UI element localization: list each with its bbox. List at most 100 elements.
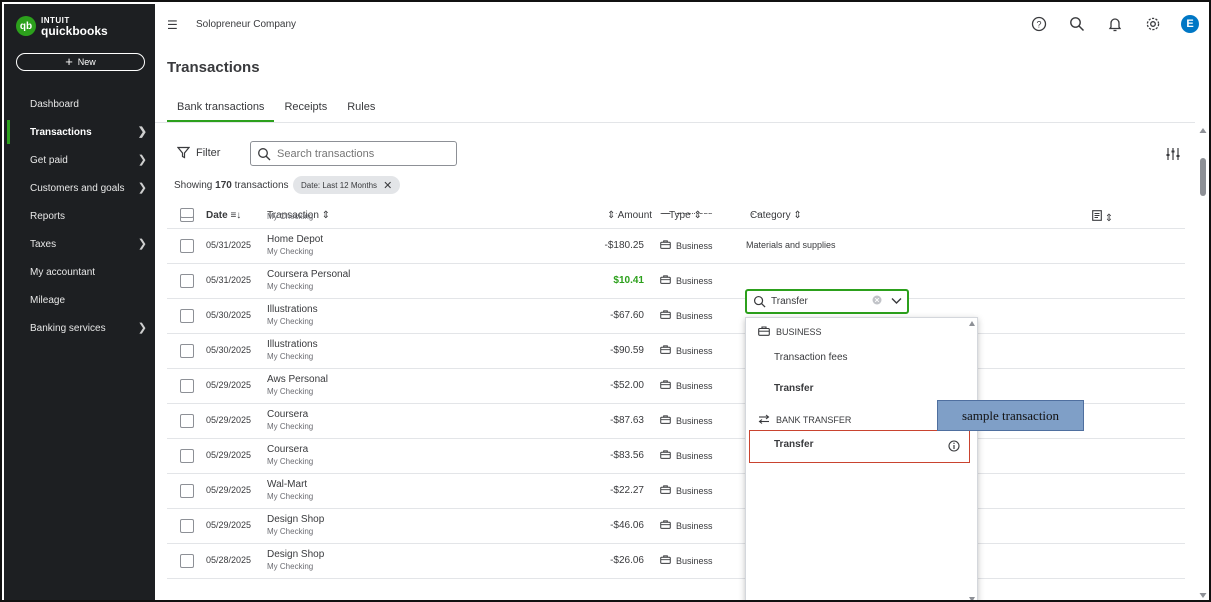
help-icon[interactable]: ? bbox=[1029, 14, 1049, 34]
search-icon bbox=[258, 147, 271, 160]
row-checkbox[interactable] bbox=[180, 239, 194, 253]
new-button[interactable]: + New bbox=[16, 53, 145, 71]
quickbooks-logo[interactable]: qb INTUIT quickbooks bbox=[16, 16, 108, 37]
clear-icon[interactable] bbox=[872, 295, 882, 308]
chip-label: Date: Last 12 Months bbox=[301, 180, 378, 190]
scroll-thumb[interactable] bbox=[1200, 158, 1206, 196]
row-checkbox[interactable] bbox=[180, 379, 194, 393]
row-amount: -$26.06 bbox=[610, 555, 644, 566]
row-category[interactable]: Materials and supplies bbox=[746, 240, 836, 250]
row-type[interactable]: Business bbox=[660, 485, 713, 496]
row-type[interactable]: Business bbox=[660, 380, 713, 391]
dropdown-scrollbar[interactable] bbox=[967, 318, 977, 600]
transaction-count: 170 bbox=[215, 180, 232, 191]
table-row[interactable]: 05/31/2025 Home Depot My Checking -$180.25 B… bbox=[167, 229, 1185, 264]
table-row[interactable]: 05/29/2025 Aws Personal My Checking -$52.00… bbox=[167, 369, 1185, 404]
search-transactions[interactable] bbox=[250, 141, 457, 166]
row-date: 05/29/2025 bbox=[206, 520, 252, 530]
table-row[interactable]: 05/29/2025 Coursera My Checking -$83.56 Busi… bbox=[167, 439, 1185, 474]
row-account: My Checking bbox=[267, 527, 314, 536]
row-type[interactable]: Business bbox=[660, 415, 713, 426]
tab-bank-transactions[interactable]: Bank transactions bbox=[167, 94, 275, 122]
sidebar-item-taxes[interactable]: Taxes ❯ bbox=[4, 230, 155, 258]
user-avatar[interactable]: E bbox=[1181, 15, 1199, 33]
row-checkbox[interactable] bbox=[180, 213, 194, 218]
briefcase-icon bbox=[660, 415, 671, 426]
sidebar-item-my-accountant[interactable]: My accountant bbox=[4, 258, 155, 286]
page-scrollbar[interactable] bbox=[1197, 124, 1209, 600]
tab-receipts[interactable]: Receipts bbox=[274, 94, 337, 122]
row-checkbox[interactable] bbox=[180, 309, 194, 323]
row-type[interactable]: Business bbox=[660, 520, 713, 531]
app-window: qb INTUIT quickbooks + New Dashboard Tran… bbox=[0, 0, 1211, 602]
sidebar-item-get-paid[interactable]: Get paid ❯ bbox=[4, 146, 155, 174]
briefcase-icon bbox=[660, 485, 671, 496]
row-checkbox[interactable] bbox=[180, 449, 194, 463]
gear-icon[interactable] bbox=[1143, 14, 1163, 34]
row-type[interactable]: Business bbox=[660, 345, 713, 356]
tab-rules[interactable]: Rules bbox=[337, 94, 385, 122]
sidebar-item-transactions[interactable]: Transactions ❯ bbox=[4, 118, 155, 146]
row-type[interactable]: Business bbox=[660, 240, 713, 251]
row-account: My Checking bbox=[267, 317, 314, 326]
table-row[interactable]: 05/28/2025 Design Shop My Checking -$26.06 B… bbox=[167, 544, 1185, 579]
briefcase-icon bbox=[660, 450, 671, 461]
row-type[interactable]: Business bbox=[660, 213, 713, 216]
table-row[interactable]: 05/31/2025 Coursera Personal My Checking $1… bbox=[167, 264, 1185, 299]
search-icon[interactable] bbox=[1067, 14, 1087, 34]
sidebar-item-mileage[interactable]: Mileage bbox=[4, 286, 155, 314]
chevron-right-icon: ❯ bbox=[137, 322, 147, 334]
row-payee: Illustrations bbox=[267, 304, 318, 315]
date-filter-chip[interactable]: Date: Last 12 Months ✕ bbox=[293, 176, 401, 194]
plus-icon: + bbox=[65, 54, 73, 69]
chevron-down-icon[interactable] bbox=[891, 296, 902, 308]
row-checkbox[interactable] bbox=[180, 414, 194, 428]
sidebar-item-reports[interactable]: Reports bbox=[4, 202, 155, 230]
dropdown-item-transfer-business[interactable]: Transfer bbox=[774, 383, 813, 394]
table-row[interactable]: 05/29/2025 Wal-Mart My Checking -$22.27 Busi… bbox=[167, 474, 1185, 509]
table-row[interactable]: 05/30/2025 Illustrations My Checking -$90.5… bbox=[167, 334, 1185, 369]
sidebar-item-label: Banking services bbox=[30, 322, 106, 334]
row-amount: -$17.10 bbox=[610, 213, 644, 216]
row-checkbox[interactable] bbox=[180, 274, 194, 288]
row-category[interactable]: Apps and software bbox=[746, 213, 821, 215]
table-row[interactable]: 05/30/2025 Illustrations My Checking -$67.6… bbox=[167, 299, 1185, 334]
row-type[interactable]: Business bbox=[660, 450, 713, 461]
row-account: My Checking bbox=[267, 247, 314, 256]
row-date: 05/29/2025 bbox=[206, 380, 252, 390]
row-account: My Checking bbox=[267, 492, 314, 501]
sidebar-item-dashboard[interactable]: Dashboard bbox=[4, 90, 155, 118]
row-checkbox[interactable] bbox=[180, 484, 194, 498]
sidebar-item-label: Customers and goals bbox=[30, 182, 125, 194]
row-checkbox[interactable] bbox=[180, 344, 194, 358]
category-dropdown: BUSINESS Transaction fees Transfer BANK … bbox=[745, 317, 978, 600]
dropdown-item-transfer-bank[interactable]: Transfer bbox=[749, 430, 970, 463]
table-row[interactable]: 05/31/2025 My Checking -$17.10 Business Apps… bbox=[167, 213, 1185, 229]
column-settings-icon[interactable] bbox=[1165, 147, 1181, 164]
row-checkbox[interactable] bbox=[180, 519, 194, 533]
menu-toggle-icon[interactable]: ☰ bbox=[167, 18, 178, 32]
category-input[interactable] bbox=[745, 289, 909, 314]
row-date: 05/29/2025 bbox=[206, 450, 252, 460]
row-date: 05/30/2025 bbox=[206, 310, 252, 320]
table-row[interactable]: 05/29/2025 Design Shop My Checking -$46.06 B… bbox=[167, 509, 1185, 544]
briefcase-icon bbox=[660, 310, 671, 321]
row-checkbox[interactable] bbox=[180, 554, 194, 568]
row-type[interactable]: Business bbox=[660, 555, 713, 566]
category-search-field[interactable] bbox=[771, 296, 867, 307]
sidebar-item-banking-services[interactable]: Banking services ❯ bbox=[4, 314, 155, 342]
company-name[interactable]: Solopreneur Company bbox=[196, 19, 296, 30]
row-payee: Coursera bbox=[267, 444, 309, 455]
info-icon[interactable] bbox=[948, 440, 960, 455]
row-account: My Checking bbox=[267, 213, 314, 221]
dropdown-item-transaction-fees[interactable]: Transaction fees bbox=[774, 352, 848, 363]
notifications-bell-icon[interactable] bbox=[1105, 14, 1125, 34]
svg-text:?: ? bbox=[1036, 20, 1041, 30]
sidebar-item-customers-and-goals[interactable]: Customers and goals ❯ bbox=[4, 174, 155, 202]
search-input[interactable] bbox=[277, 147, 447, 160]
filter-button[interactable]: Filter bbox=[177, 146, 220, 159]
row-type[interactable]: Business bbox=[660, 310, 713, 321]
row-type[interactable]: Business bbox=[660, 275, 713, 286]
briefcase-icon bbox=[660, 240, 671, 251]
close-icon[interactable]: ✕ bbox=[383, 179, 392, 192]
